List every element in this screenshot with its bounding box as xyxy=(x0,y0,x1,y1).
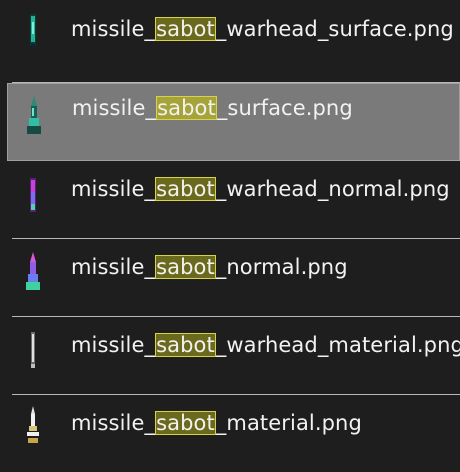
list-item[interactable]: missile_sabot_material.png xyxy=(0,394,460,472)
file-name: missile_sabot_warhead_surface.png xyxy=(71,17,454,41)
search-match-highlight: sabot xyxy=(155,17,216,41)
missile-material-thumb-icon xyxy=(27,406,39,443)
file-name: missile_sabot_material.png xyxy=(71,411,362,435)
search-match-highlight: sabot xyxy=(156,96,217,120)
warhead-material-thumb-icon xyxy=(31,332,35,368)
search-match-highlight: sabot xyxy=(155,177,216,201)
file-list: missile_sabot_warhead_surface.png missil… xyxy=(0,0,460,457)
file-name: missile_sabot_warhead_normal.png xyxy=(71,177,450,201)
list-item-selected[interactable]: missile_sabot_surface.png xyxy=(7,83,460,161)
search-match-highlight: sabot xyxy=(155,255,216,279)
warhead-surface-thumb-icon xyxy=(30,14,36,48)
file-name: missile_sabot_warhead_material.png xyxy=(71,333,460,357)
file-name: missile_sabot_surface.png xyxy=(72,96,353,120)
list-item[interactable]: missile_sabot_normal.png xyxy=(0,238,460,316)
missile-normal-thumb-icon xyxy=(26,252,40,290)
list-item[interactable]: missile_sabot_warhead_normal.png xyxy=(0,160,460,238)
file-name: missile_sabot_normal.png xyxy=(71,255,348,279)
warhead-normal-thumb-icon xyxy=(30,178,36,212)
search-match-highlight: sabot xyxy=(155,333,216,357)
search-match-highlight: sabot xyxy=(155,411,216,435)
list-item[interactable]: missile_sabot_warhead_surface.png xyxy=(0,0,460,78)
list-item[interactable]: missile_sabot_warhead_material.png xyxy=(0,316,460,394)
missile-surface-thumb-icon xyxy=(27,96,41,134)
